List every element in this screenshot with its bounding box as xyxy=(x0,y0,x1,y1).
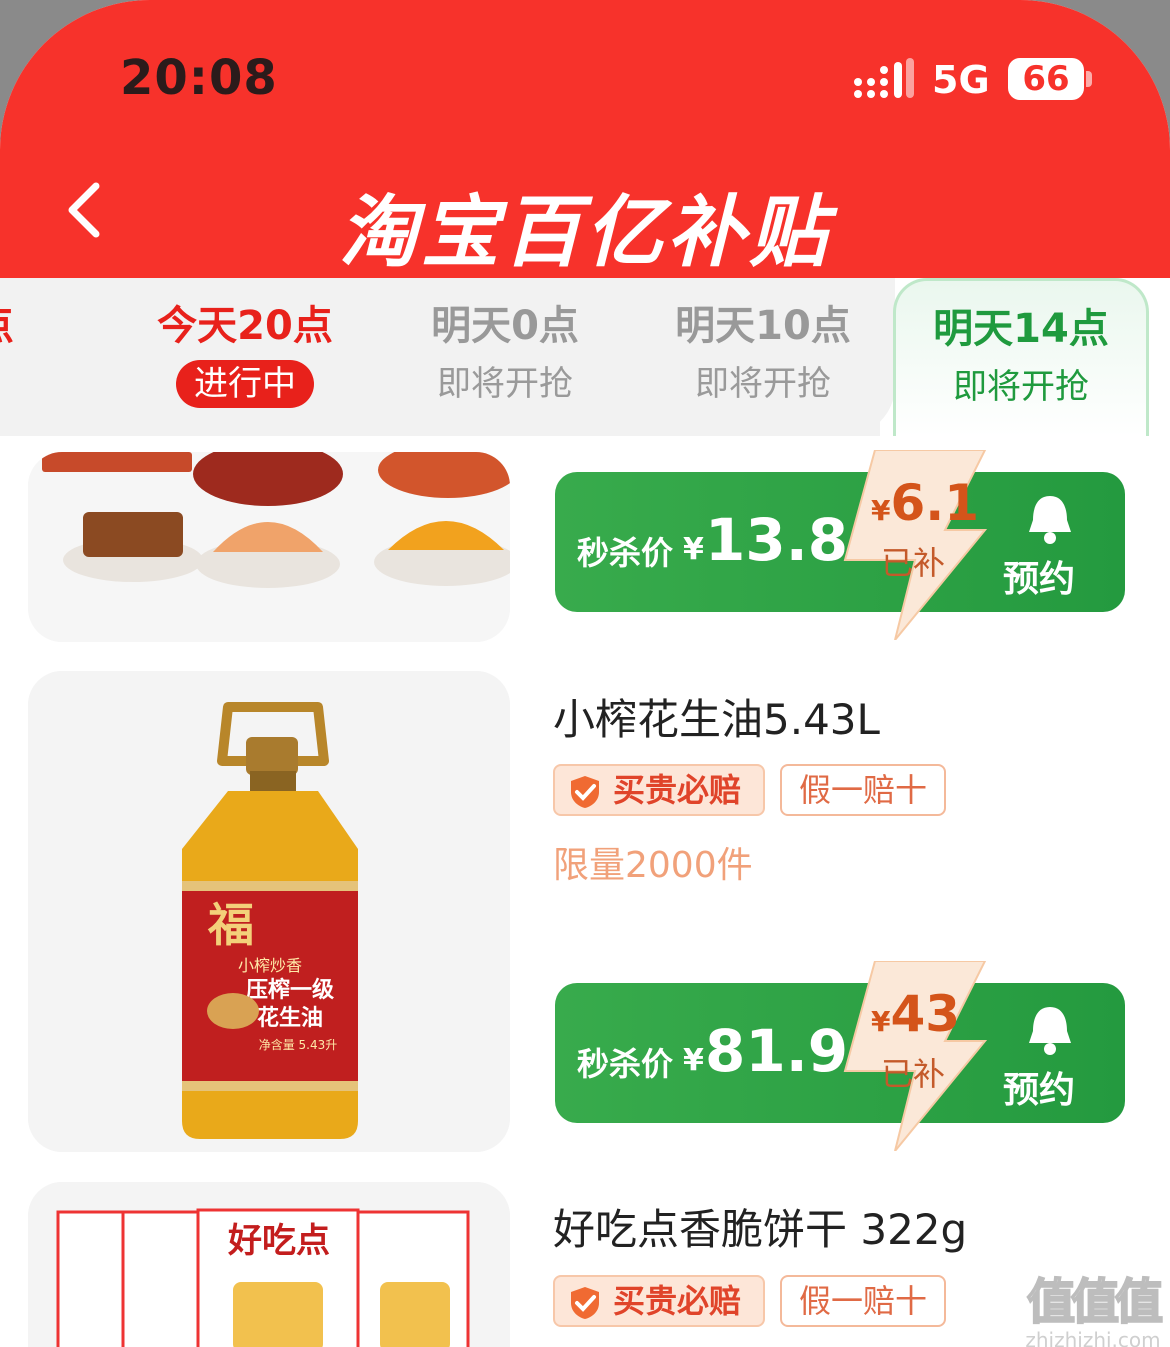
tab-session-tomorrow-14[interactable]: 明天14点 即将开抢 xyxy=(893,278,1149,436)
price-value: 13.8 xyxy=(705,506,849,574)
product-image-snacks[interactable] xyxy=(28,452,510,642)
biscuit-brand-text: 好吃点 xyxy=(227,1221,330,1261)
tab-status-label: 即将开抢 xyxy=(953,367,1089,407)
subsidy-label: 已补 xyxy=(881,544,946,582)
watermark-site: zhizhizhi.com xyxy=(1025,1328,1161,1347)
status-time: 20:08 xyxy=(120,50,278,106)
fake-compensation-badge: 假一赔十 xyxy=(780,1275,946,1327)
subsidy-label: 已补 xyxy=(881,1055,946,1093)
tab-session-today-20[interactable]: 今天20点 进行中 xyxy=(125,298,365,408)
product-image-peanut-oil[interactable]: 福 小榨炒香 压榨一级 花生油 净含量 5.43升 xyxy=(28,671,510,1152)
price-value: 81.9 xyxy=(705,1017,849,1085)
tab-time-label: 明天0点 xyxy=(431,303,579,349)
bell-icon[interactable] xyxy=(1025,1003,1075,1057)
bottle-text-line1: 小榨炒香 xyxy=(238,956,302,975)
product-name[interactable]: 好吃点香脆饼干 322g xyxy=(553,1196,967,1257)
subsidy-amount: ¥43 xyxy=(871,985,961,1043)
bottle-volume-text: 净含量 5.43升 xyxy=(259,1037,338,1052)
price-guarantee-badge: 买贵必赔 xyxy=(553,1275,765,1327)
price-label: 秒杀价 xyxy=(577,1045,674,1083)
peanut-oil-bottle: 福 小榨炒香 压榨一级 花生油 净含量 5.43升 xyxy=(28,671,510,1152)
tab-status-label: 抢 xyxy=(0,356,90,412)
signal-icon xyxy=(854,58,914,98)
battery-icon: 66 xyxy=(1008,58,1084,100)
bottle-text-line2: 压榨一级 xyxy=(246,977,334,1003)
limited-quantity-label: 限量2000件 xyxy=(553,845,753,886)
price-guarantee-badge: 买贵必赔 xyxy=(553,764,765,816)
app-screen: 20:08 5G 66 淘宝百亿补贴 4点 抢 今天20点 进行中 xyxy=(0,0,1170,1347)
page-title: 淘宝百亿补贴 xyxy=(338,188,831,278)
biscuits-illustration: 好吃点 xyxy=(28,1182,510,1347)
reserve-button[interactable]: 预约 xyxy=(1003,550,1075,602)
price-label: 秒杀价 xyxy=(577,534,674,572)
bottle-brand-text: 福 xyxy=(207,898,254,952)
tab-session-tomorrow-10[interactable]: 明天10点 即将开抢 xyxy=(643,298,883,412)
subsidy-amount: ¥6.1 xyxy=(871,474,980,532)
header-bar: 20:08 5G 66 淘宝百亿补贴 xyxy=(0,0,1170,300)
flash-price-bar[interactable]: 秒杀价 ¥ 81.9 ¥43 已补 预约 xyxy=(555,961,1125,1151)
reserve-button[interactable]: 预约 xyxy=(1003,1061,1075,1113)
bell-icon[interactable] xyxy=(1025,492,1075,546)
bottle-text-line3: 花生油 xyxy=(257,1005,323,1031)
tab-session-past[interactable]: 4点 抢 xyxy=(0,298,90,412)
currency-symbol: ¥ xyxy=(683,532,704,567)
watermark-logo: 值值值 xyxy=(1026,1273,1164,1331)
tab-status-label: 即将开抢 xyxy=(437,364,573,404)
shield-check-icon xyxy=(571,1287,599,1319)
network-label: 5G xyxy=(932,58,990,102)
tab-time-label: 明天14点 xyxy=(933,306,1109,352)
tab-time-label: 4点 xyxy=(0,298,90,354)
tab-status-label: 即将开抢 xyxy=(695,364,831,404)
guarantee-text: 买贵必赔 xyxy=(613,1282,742,1320)
session-tabs: 4点 抢 今天20点 进行中 明天0点 即将开抢 明天10点 即将开抢 明天14… xyxy=(0,278,1170,436)
battery-tip xyxy=(1086,71,1092,87)
site-watermark: 值值值 zhizhizhi.com xyxy=(1018,1262,1168,1347)
guarantee-text: 买贵必赔 xyxy=(613,771,742,809)
tab-status-badge: 进行中 xyxy=(176,360,314,408)
fake-compensation-badge: 假一赔十 xyxy=(780,764,946,816)
product-name[interactable]: 小榨花生油5.43L xyxy=(553,686,880,747)
flash-price-bar[interactable]: 秒杀价 ¥ 13.8 ¥6.1 已补 预约 xyxy=(555,450,1125,640)
tab-time-label: 今天20点 xyxy=(157,303,333,349)
shield-check-icon xyxy=(571,776,599,808)
tab-time-label: 明天10点 xyxy=(675,303,851,349)
product-image-biscuits[interactable]: 好吃点 xyxy=(28,1182,510,1347)
snacks-illustration xyxy=(28,452,510,642)
currency-symbol: ¥ xyxy=(683,1043,704,1078)
tab-session-tomorrow-0[interactable]: 明天0点 即将开抢 xyxy=(385,298,625,412)
